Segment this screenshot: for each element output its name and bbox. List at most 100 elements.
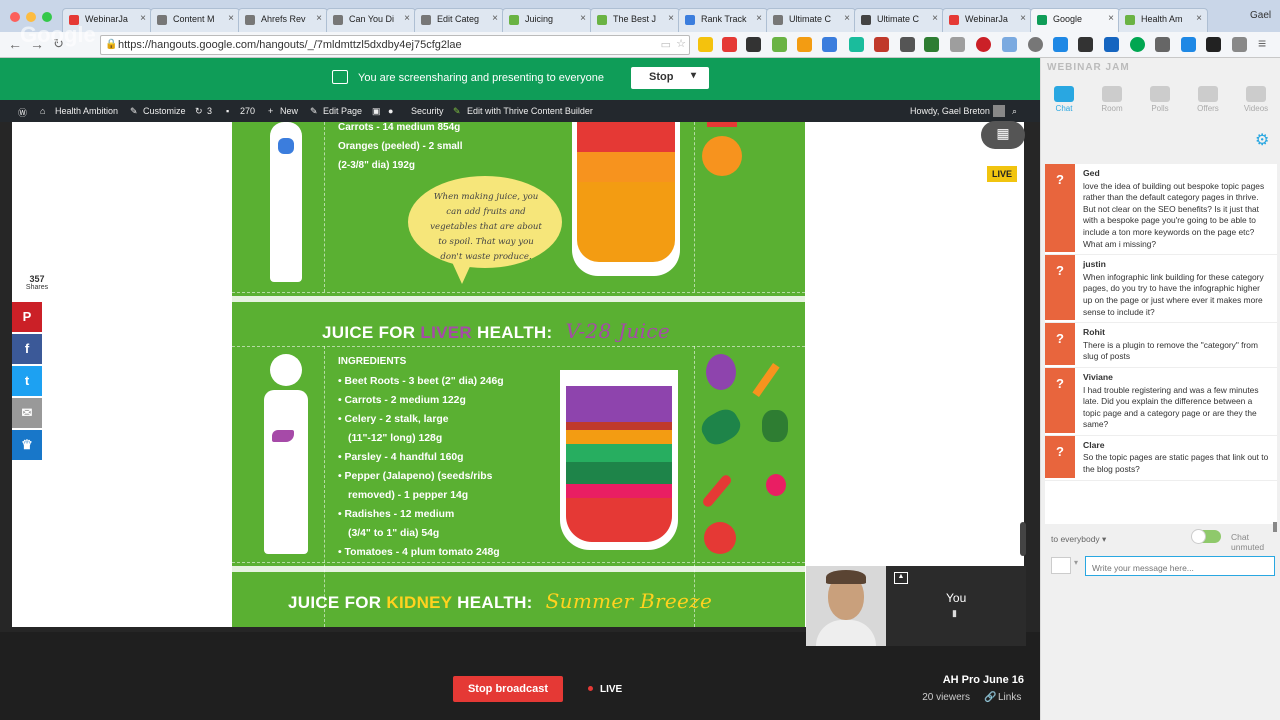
tab-close-icon[interactable]: × [228,13,234,24]
extension-icon[interactable] [1206,37,1221,52]
settings-gear-icon[interactable]: ⚙ [1255,130,1269,150]
menu-icon[interactable]: ≡ [1258,35,1266,51]
minimize-window-button[interactable] [26,12,36,22]
panel-tab-videos[interactable]: Videos [1233,86,1279,113]
browser-tab[interactable]: Rank Track × [678,8,768,32]
close-window-button[interactable] [10,12,20,22]
wp-thrive-builder[interactable]: Edit with Thrive Content Builder [467,106,593,116]
browser-tab[interactable]: Content M × [150,8,240,32]
browser-tab[interactable]: Ultimate C × [854,8,944,32]
question-item[interactable]: ? Rohit There is a plugin to remove the "c… [1045,323,1277,368]
extension-icon[interactable] [1002,37,1017,52]
question-mark-icon[interactable]: ? [1045,323,1075,365]
stop-screenshare-button[interactable]: Stop ▾ [631,67,709,89]
profile-name[interactable]: Gael [1250,10,1271,21]
tab-close-icon[interactable]: × [404,13,410,24]
panel-tab-room[interactable]: Room [1089,86,1135,113]
chevron-down-icon[interactable]: ▾ [1074,558,1078,567]
wp-updates-count[interactable]: 3 [207,106,212,116]
panel-tab-offers[interactable]: Offers [1185,86,1231,113]
chevron-down-icon[interactable]: ▾ [691,70,696,81]
chat-scrollbar-thumb[interactable] [1273,522,1277,532]
question-item[interactable]: ? Ged love the idea of building out bespok… [1045,164,1277,256]
question-mark-icon[interactable]: ? [1045,435,1075,478]
present-icon[interactable]: ▲ [894,572,908,584]
address-bar[interactable]: 🔒 https://hangouts.google.com/hangouts/_… [100,35,690,55]
page-action-icon[interactable]: ▭ [661,38,671,51]
extension-icon[interactable] [950,37,965,52]
question-item[interactable]: ? justin When infographic link building fo… [1045,255,1277,324]
tab-close-icon[interactable]: × [1108,13,1114,24]
grid-view-icon[interactable]: ▦ [981,121,1025,149]
search-icon[interactable]: ⌕ [1012,106,1017,117]
browser-tab[interactable]: Can You Di × [326,8,416,32]
chat-mute-toggle[interactable] [1191,529,1221,544]
wordpress-logo-icon[interactable]: Ⓦ [18,106,27,119]
browser-tab[interactable]: Health Am × [1118,8,1208,32]
panel-tab-polls[interactable]: Polls [1137,86,1183,113]
tab-close-icon[interactable]: × [668,13,674,24]
links-button[interactable]: Links [998,692,1021,703]
extension-icon[interactable] [772,37,787,52]
extension-icon[interactable] [746,37,761,52]
wp-edit-page[interactable]: Edit Page [323,106,362,116]
wp-new[interactable]: New [280,106,298,116]
stop-broadcast-button[interactable]: Stop broadcast [453,676,563,702]
bookmark-star-icon[interactable]: ☆ [676,37,686,50]
extension-icon[interactable] [874,37,889,52]
wp-security[interactable]: Security [411,106,444,116]
facebook-share-button[interactable]: f [12,334,42,364]
extension-icon[interactable] [1028,37,1043,52]
wp-comments-count[interactable]: 270 [240,106,255,116]
tab-close-icon[interactable]: × [1020,13,1026,24]
extension-icon[interactable] [1181,37,1196,52]
crown-share-button[interactable]: ♛ [12,430,42,460]
pinterest-share-button[interactable]: P [12,302,42,332]
browser-tab[interactable]: Ultimate C × [766,8,856,32]
recipient-select[interactable]: to everybody ▾ [1051,534,1106,545]
maximize-window-button[interactable] [42,12,52,22]
tab-close-icon[interactable]: × [492,13,498,24]
tab-close-icon[interactable]: × [316,13,322,24]
question-mark-icon[interactable]: ? [1045,367,1075,433]
browser-tab[interactable]: Edit Categ × [414,8,504,32]
extension-icon[interactable] [1155,37,1170,52]
chat-message-input[interactable] [1085,556,1275,576]
extension-icon[interactable] [849,37,864,52]
tab-close-icon[interactable]: × [140,13,146,24]
question-mark-icon[interactable]: ? [1045,255,1075,321]
email-share-button[interactable]: ✉ [12,398,42,428]
wp-site-name[interactable]: Health Ambition [55,106,118,116]
tab-close-icon[interactable]: × [756,13,762,24]
browser-tab[interactable]: Google × [1030,8,1120,32]
pinterest-extension-icon[interactable] [976,37,991,52]
browser-tab[interactable]: The Best J × [590,8,680,32]
extension-icon[interactable] [1232,37,1247,52]
wp-howdy[interactable]: Howdy, Gael Breton [910,106,990,116]
link-icon[interactable]: 🔗 [984,692,996,703]
browser-tab[interactable]: WebinarJa × [942,8,1032,32]
panel-tab-chat[interactable]: Chat [1041,86,1087,113]
extension-icon[interactable] [900,37,915,52]
wp-customize[interactable]: Customize [143,106,186,116]
extension-icon[interactable] [1078,37,1093,52]
page-scrollbar-thumb[interactable] [1020,522,1026,556]
question-item[interactable]: ? Clare So the topic pages are static page… [1045,435,1277,481]
browser-tab[interactable]: Ahrefs Rev × [238,8,328,32]
extension-icon[interactable] [924,37,939,52]
tab-close-icon[interactable]: × [580,13,586,24]
tab-close-icon[interactable]: × [932,13,938,24]
question-mark-icon[interactable]: ? [1045,164,1075,253]
extension-icon[interactable] [722,37,737,52]
extension-icon[interactable] [698,37,713,52]
user-avatar[interactable] [993,105,1005,117]
extension-icon[interactable] [797,37,812,52]
tab-close-icon[interactable]: × [844,13,850,24]
extension-icon[interactable] [1104,37,1119,52]
tab-close-icon[interactable]: × [1196,13,1202,24]
browser-tab[interactable]: Juicing × [502,8,592,32]
emoji-picker-icon[interactable] [1051,557,1071,574]
extension-icon[interactable] [822,37,837,52]
participant-video[interactable] [806,566,886,646]
extension-icon[interactable] [1130,37,1145,52]
